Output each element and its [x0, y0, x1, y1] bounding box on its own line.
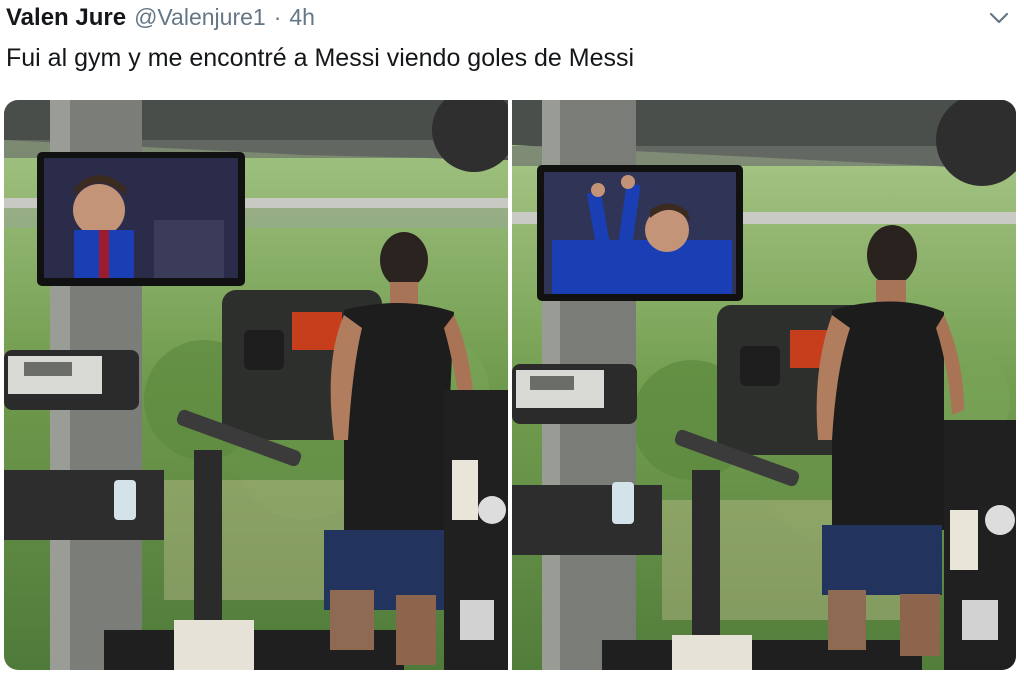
tweet-header: Valen Jure @Valenjure1 · 4h: [6, 4, 315, 34]
tweet-timestamp[interactable]: 4h: [289, 4, 315, 31]
tweet-text: Fui al gym y me encontré a Messi viendo …: [6, 44, 635, 72]
user-handle[interactable]: @Valenjure1: [134, 4, 266, 31]
photo-left[interactable]: [4, 100, 508, 670]
display-name[interactable]: Valen Jure: [6, 4, 126, 32]
separator-dot: ·: [273, 4, 282, 30]
photo-right[interactable]: [512, 100, 1016, 670]
chevron-down-icon[interactable]: [988, 10, 1010, 26]
tweet-media: [4, 100, 1016, 670]
